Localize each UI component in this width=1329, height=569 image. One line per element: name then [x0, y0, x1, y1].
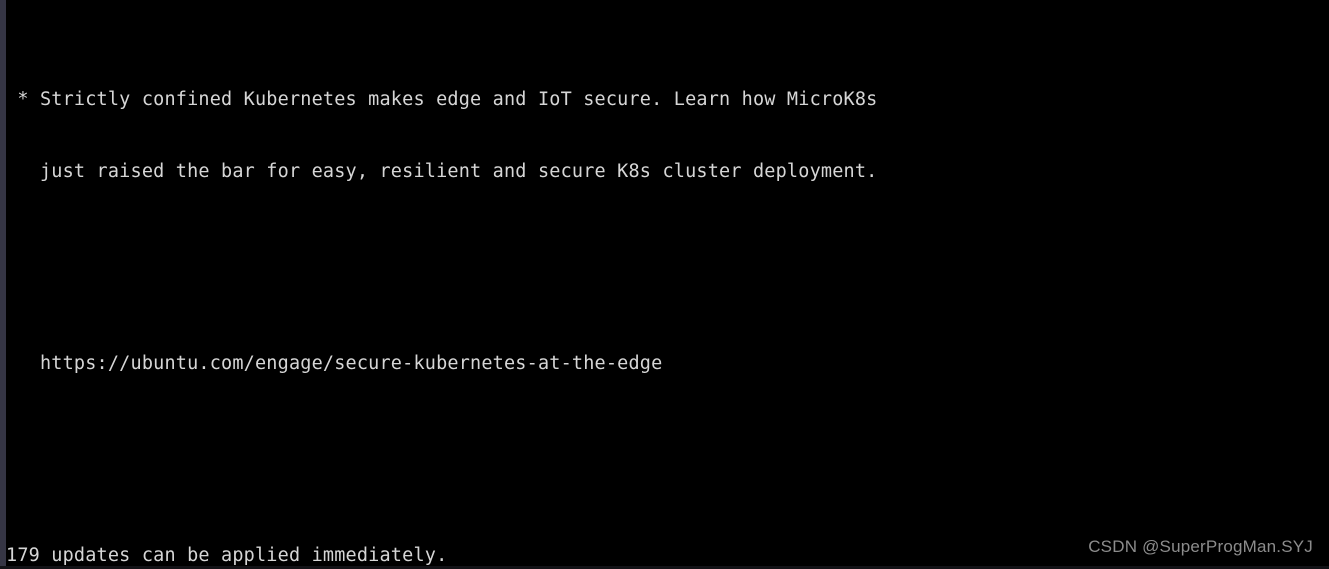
motd-kubernetes-url: https://ubuntu.com/engage/secure-kuberne… [6, 353, 663, 374]
motd-kubernetes-line-2: just raised the bar for easy, resilient … [6, 161, 878, 182]
terminal-output-area[interactable]: * Strictly confined Kubernetes makes edg… [6, 16, 1326, 569]
terminal-window[interactable]: * Strictly confined Kubernetes makes edg… [0, 0, 1329, 569]
motd-kubernetes-line-1: * Strictly confined Kubernetes makes edg… [6, 89, 878, 110]
csdn-watermark: CSDN @SuperProgMan.SYJ [1088, 537, 1313, 556]
